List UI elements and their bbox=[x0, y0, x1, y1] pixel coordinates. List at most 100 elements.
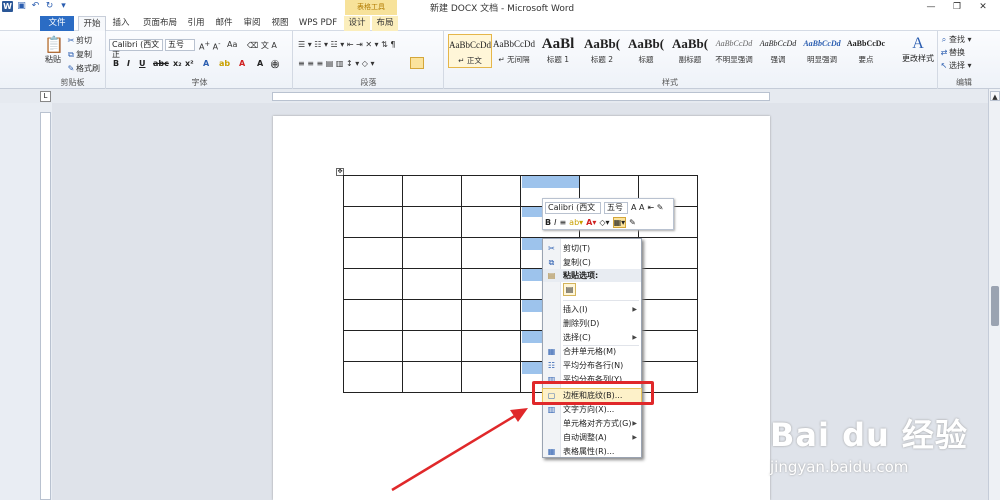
superscript-button[interactable]: x² bbox=[185, 59, 194, 68]
table-cell[interactable] bbox=[402, 299, 462, 331]
restore-icon[interactable]: ❐ bbox=[944, 0, 970, 15]
cut-button[interactable]: ✂ 剪切 bbox=[66, 35, 92, 46]
font-name-combo[interactable]: Calibri (西文正 bbox=[109, 39, 163, 59]
find-button[interactable]: ⌕ 查找 ▾ bbox=[939, 34, 972, 45]
table-cell[interactable] bbox=[343, 175, 403, 207]
table-cell[interactable] bbox=[402, 237, 462, 269]
style-heading-2[interactable]: AaBb(标题 2 bbox=[580, 34, 624, 68]
paste-keep-format-icon[interactable]: ▤ bbox=[563, 283, 576, 296]
subscript-button[interactable]: x₂ bbox=[173, 59, 182, 68]
clear-format-icon[interactable]: ⌫ 文 A bbox=[247, 40, 277, 51]
bullets-icon[interactable]: ☰ ▾ ☷ ▾ ☳ ▾ ⇤ ⇥ ✕ ▾ ⇅ ¶ bbox=[298, 40, 395, 49]
table-cell[interactable] bbox=[461, 237, 521, 269]
table-cell[interactable] bbox=[402, 175, 462, 207]
tab-review[interactable]: 审阅 bbox=[240, 16, 264, 31]
mini-italic-button[interactable]: I bbox=[554, 218, 556, 227]
style-title[interactable]: AaBb(标题 bbox=[624, 34, 668, 68]
menu-item-autofit[interactable]: 自动调整(A) ▶ bbox=[543, 431, 641, 444]
copy-button[interactable]: ⧉ 复制 bbox=[66, 49, 92, 60]
highlight-icon[interactable]: ab bbox=[219, 59, 230, 68]
menu-item-copy[interactable]: ⧉ 复制(C) bbox=[543, 256, 641, 269]
table-cell[interactable] bbox=[343, 361, 403, 393]
tab-file[interactable]: 文件 bbox=[40, 16, 74, 31]
style-intense-emphasis[interactable]: AaBbCcDd 明显强调 bbox=[800, 34, 844, 68]
underline-button[interactable]: U bbox=[139, 59, 146, 68]
vertical-ruler[interactable] bbox=[40, 112, 51, 500]
minimize-icon[interactable]: — bbox=[918, 0, 944, 15]
style-no-spacing[interactable]: AaBbCcDd ↵ 无间隔 bbox=[492, 34, 536, 68]
mini-borders-icon[interactable]: ▦▾ bbox=[612, 217, 627, 228]
borders-button[interactable] bbox=[410, 57, 424, 69]
menu-item-insert[interactable]: 插入(I) ▶ bbox=[543, 303, 641, 316]
table-cell[interactable] bbox=[461, 206, 521, 238]
font-size-combo[interactable]: 五号 bbox=[165, 39, 195, 51]
tab-selector-icon[interactable]: L bbox=[40, 91, 51, 102]
menu-item-merge-cells[interactable]: ▦ 合并单元格(M) bbox=[543, 345, 641, 358]
format-painter-button[interactable]: ✎ 格式刷 bbox=[66, 63, 100, 74]
horizontal-ruler[interactable] bbox=[272, 92, 770, 101]
italic-button[interactable]: I bbox=[127, 59, 130, 68]
table-cell[interactable] bbox=[638, 268, 698, 300]
char-shading-icon[interactable]: A bbox=[257, 59, 263, 68]
menu-item-distribute-rows[interactable]: ☷ 平均分布各行(N) bbox=[543, 359, 641, 372]
tab-home[interactable]: 开始 bbox=[78, 16, 106, 31]
mini-font-color-icon[interactable]: A▾ bbox=[586, 218, 596, 227]
menu-item-cell-alignment[interactable]: 单元格对齐方式(G) ▶ bbox=[543, 417, 641, 430]
change-case-button[interactable]: Aa bbox=[227, 40, 237, 49]
tab-design[interactable]: 设计 bbox=[344, 16, 370, 31]
table-cell[interactable] bbox=[402, 268, 462, 300]
style-heading-1[interactable]: AaBl 标题 1 bbox=[536, 34, 580, 68]
redo-icon[interactable]: ↻ bbox=[44, 1, 55, 12]
table-cell[interactable] bbox=[402, 206, 462, 238]
style-normal[interactable]: AaBbCcDd ↵ 正文 bbox=[448, 34, 492, 68]
scroll-up-icon[interactable]: ▲ bbox=[990, 91, 1000, 101]
mini-highlight-icon[interactable]: ab▾ bbox=[569, 218, 583, 227]
scrollbar-thumb[interactable] bbox=[991, 286, 999, 326]
save-icon[interactable]: ▣ bbox=[16, 1, 27, 12]
select-button[interactable]: ↖ 选择 ▾ bbox=[939, 60, 972, 71]
mini-bold-button[interactable]: B bbox=[545, 218, 551, 227]
mini-grow-font-icon[interactable]: A A bbox=[631, 203, 645, 212]
mini-shading-icon[interactable]: ◇▾ bbox=[599, 218, 609, 227]
grow-font-button[interactable]: A+ A- bbox=[199, 40, 220, 52]
mini-indent-icon[interactable]: ⇤ ✎ bbox=[648, 203, 664, 212]
enclose-char-icon[interactable]: ㊥ bbox=[271, 59, 279, 70]
bold-button[interactable]: B bbox=[113, 59, 119, 68]
tab-view[interactable]: 视图 bbox=[268, 16, 292, 31]
table-cell[interactable] bbox=[402, 330, 462, 362]
font-color-icon[interactable]: A bbox=[239, 59, 245, 68]
mini-center-icon[interactable]: ≡ bbox=[559, 218, 566, 227]
table-cell[interactable] bbox=[461, 268, 521, 300]
table-cell[interactable] bbox=[638, 330, 698, 362]
menu-item-cut[interactable]: ✂ 剪切(T) bbox=[543, 242, 641, 255]
replace-button[interactable]: ⇄ 替换 bbox=[939, 47, 965, 58]
table-cell[interactable] bbox=[343, 237, 403, 269]
undo-icon[interactable]: ↶ bbox=[30, 1, 41, 12]
table-cell[interactable] bbox=[638, 237, 698, 269]
table-cell[interactable] bbox=[461, 299, 521, 331]
strikethrough-button[interactable]: abc bbox=[153, 59, 169, 68]
table-cell[interactable] bbox=[638, 299, 698, 331]
paste-button[interactable]: 📋 粘贴 bbox=[44, 35, 64, 65]
style-subtle-emphasis[interactable]: AaBbCcDd 不明显强调 bbox=[712, 34, 756, 68]
menu-item-select[interactable]: 选择(C) ▶ bbox=[543, 331, 641, 344]
mini-format-painter-icon[interactable]: ✎ bbox=[629, 218, 636, 227]
mini-font-name-combo[interactable]: Calibri (西文 bbox=[545, 201, 601, 214]
tab-page-layout[interactable]: 页面布局 bbox=[136, 16, 184, 31]
customize-qat-icon[interactable]: ▾ bbox=[58, 1, 69, 12]
style-strong[interactable]: AaBbCcDc 要点 bbox=[844, 34, 888, 68]
table-cell[interactable] bbox=[343, 206, 403, 238]
table-cell[interactable] bbox=[343, 268, 403, 300]
mini-font-size-combo[interactable]: 五号 bbox=[604, 201, 628, 214]
tab-wps-pdf[interactable]: WPS PDF bbox=[296, 16, 340, 31]
style-subtitle[interactable]: AaBb(副标题 bbox=[668, 34, 712, 68]
tab-insert[interactable]: 插入 bbox=[108, 16, 134, 31]
align-left-icon[interactable]: ≡ ≡ ≡ ▤ ▥ ↕ ▾ ◇ ▾ bbox=[298, 59, 374, 68]
tab-references[interactable]: 引用 bbox=[184, 16, 208, 31]
change-styles-button[interactable]: A 更改样式 bbox=[900, 35, 936, 64]
table-cell[interactable] bbox=[461, 330, 521, 362]
tab-mailings[interactable]: 邮件 bbox=[212, 16, 236, 31]
tab-layout[interactable]: 布局 bbox=[372, 16, 398, 31]
table-cell[interactable] bbox=[461, 175, 521, 207]
table-cell[interactable] bbox=[402, 361, 462, 393]
